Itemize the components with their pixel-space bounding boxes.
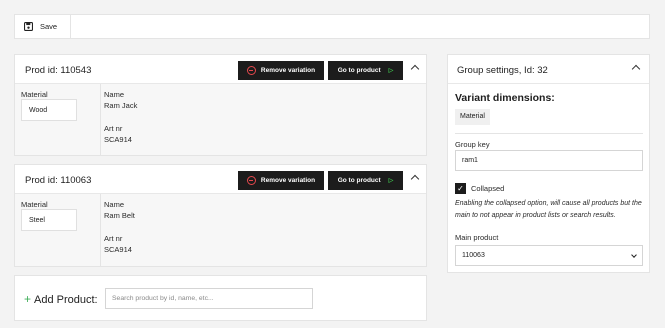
group-settings-header: Group settings, Id: 32 [448, 55, 649, 84]
chevron-up-icon[interactable] [410, 174, 420, 184]
variation-card: Prod id: 110063 Remove variation Go to p… [14, 164, 427, 267]
remove-variation-label: Remove variation [260, 177, 316, 184]
remove-variation-label: Remove variation [260, 67, 316, 74]
group-settings-panel: Group settings, Id: 32 Variant dimension… [447, 54, 650, 273]
group-settings-title: Group settings, Id: 32 [457, 65, 548, 76]
collapsed-checkbox[interactable]: ✓ [455, 183, 466, 194]
main-product-select[interactable]: 110063 [455, 245, 643, 266]
material-label: Material [21, 200, 48, 209]
main-product-value: 110063 [462, 252, 485, 259]
art-nr-value: SCA914 [104, 135, 132, 144]
name-value: Ram Jack [104, 101, 138, 110]
product-search-input[interactable]: Search product by id, name, etc... [105, 288, 313, 309]
save-button[interactable]: Save [15, 15, 71, 38]
play-icon: ▷ [388, 178, 394, 184]
go-to-product-label: Go to product [337, 67, 381, 74]
go-to-product-label: Go to product [337, 177, 381, 184]
remove-variation-button[interactable]: Remove variation [238, 61, 324, 80]
save-label: Save [40, 22, 58, 31]
art-nr-label: Art nr [104, 234, 123, 243]
chevron-up-icon[interactable] [410, 64, 420, 74]
variation-header: Prod id: 110543 Remove variation Go to p… [15, 55, 426, 84]
plus-icon: + [24, 292, 32, 306]
floppy-disk-icon [24, 22, 33, 31]
play-icon: ▷ [388, 68, 394, 74]
material-field[interactable]: Wood [21, 99, 77, 121]
variation-title: Prod id: 110543 [25, 65, 92, 76]
variation-body: Material Steel Name Ram Belt Art nr SCA9… [15, 194, 426, 266]
art-nr-value: SCA914 [104, 245, 132, 254]
art-nr-label: Art nr [104, 124, 123, 133]
material-label: Material [21, 90, 48, 99]
material-field[interactable]: Steel [21, 209, 77, 231]
variation-header: Prod id: 110063 Remove variation Go to p… [15, 165, 426, 194]
material-column: Material Steel [15, 194, 101, 266]
variation-card: Prod id: 110543 Remove variation Go to p… [14, 54, 427, 156]
add-product-text: Add Product: [34, 294, 98, 306]
add-product-label: + Add Product: [24, 292, 98, 306]
go-to-product-button[interactable]: Go to product ▷ [328, 61, 403, 80]
collapsed-help-text: Enabling the collapsed option, will caus… [455, 200, 642, 219]
toolbar: Save [14, 14, 650, 39]
collapsed-label: Collapsed [471, 184, 505, 193]
material-column: Material Wood [15, 84, 101, 155]
check-icon: ✓ [457, 184, 464, 193]
name-value: Ram Belt [104, 211, 135, 220]
name-label: Name [104, 200, 125, 209]
chevron-up-icon[interactable] [631, 64, 641, 74]
variant-dimensions-heading: Variant dimensions: [455, 92, 555, 104]
chevron-down-icon [631, 252, 637, 258]
variation-body: Material Wood Name Ram Jack Art nr SCA91… [15, 84, 426, 155]
remove-variation-button[interactable]: Remove variation [238, 171, 324, 190]
group-key-label: Group key [455, 140, 490, 149]
dimension-chip: Material [455, 109, 490, 125]
minus-circle-icon [246, 176, 256, 185]
variation-title: Prod id: 110063 [25, 175, 92, 186]
main-product-label: Main product [455, 233, 499, 242]
add-product-panel: + Add Product: Search product by id, name… [14, 275, 427, 321]
divider [455, 133, 643, 134]
go-to-product-button[interactable]: Go to product ▷ [328, 171, 403, 190]
group-key-input[interactable]: ram1 [455, 150, 643, 171]
minus-circle-icon [246, 66, 256, 75]
name-label: Name [104, 90, 125, 99]
